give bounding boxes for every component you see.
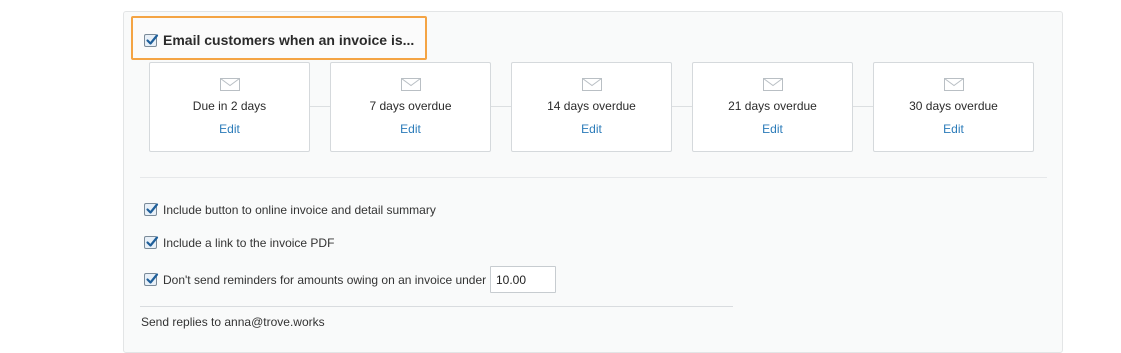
email-customers-checkbox[interactable] xyxy=(144,34,159,47)
reminder-title: 7 days overdue xyxy=(369,99,452,113)
edit-link[interactable]: Edit xyxy=(693,122,852,136)
envelope-icon xyxy=(220,78,240,91)
connector-line xyxy=(672,106,694,107)
include-pdf-checkbox[interactable] xyxy=(144,236,159,249)
connector-line xyxy=(853,106,875,107)
envelope-icon xyxy=(582,78,602,91)
dont-send-under-label: Don't send reminders for amounts owing o… xyxy=(163,273,487,287)
checkmark-icon xyxy=(146,203,159,214)
email-customers-label: Email customers when an invoice is... xyxy=(163,32,415,48)
reminder-card-30-days-overdue: 30 days overdue Edit xyxy=(873,62,1034,152)
minimum-amount-input[interactable] xyxy=(490,266,556,293)
checkmark-icon xyxy=(146,273,159,284)
reminder-card-due-in-2-days: Due in 2 days Edit xyxy=(149,62,310,152)
envelope-icon xyxy=(763,78,783,91)
edit-link[interactable]: Edit xyxy=(150,122,309,136)
reminder-title: Due in 2 days xyxy=(192,99,267,113)
envelope-icon xyxy=(401,78,421,91)
send-replies-text: Send replies to anna@trove.works xyxy=(141,315,325,329)
reminder-card-14-days-overdue: 14 days overdue Edit xyxy=(511,62,672,152)
include-button-label: Include button to online invoice and det… xyxy=(163,203,436,217)
reminder-title: 14 days overdue xyxy=(547,99,636,113)
reminder-card-21-days-overdue: 21 days overdue Edit xyxy=(692,62,853,152)
include-button-checkbox[interactable] xyxy=(144,203,159,216)
replies-divider xyxy=(140,306,733,307)
connector-line xyxy=(310,106,332,107)
reminder-title: 21 days overdue xyxy=(728,99,817,113)
section-divider xyxy=(140,177,1047,178)
checkmark-icon xyxy=(146,34,159,45)
include-pdf-label: Include a link to the invoice PDF xyxy=(163,236,335,250)
reminder-card-7-days-overdue: 7 days overdue Edit xyxy=(330,62,491,152)
reminder-title: 30 days overdue xyxy=(909,99,998,113)
connector-line xyxy=(491,106,513,107)
checkmark-icon xyxy=(146,236,159,247)
edit-link[interactable]: Edit xyxy=(874,122,1033,136)
edit-link[interactable]: Edit xyxy=(512,122,671,136)
edit-link[interactable]: Edit xyxy=(331,122,490,136)
dont-send-under-checkbox[interactable] xyxy=(144,273,159,286)
envelope-icon xyxy=(944,78,964,91)
